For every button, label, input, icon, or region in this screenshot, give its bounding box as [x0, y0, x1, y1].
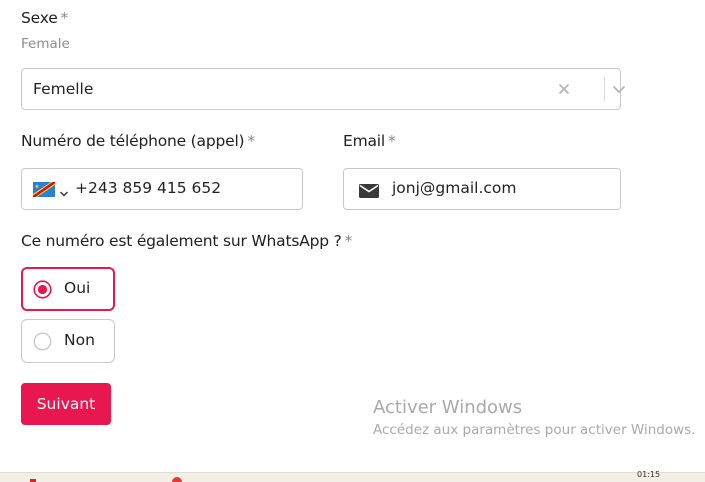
next-button[interactable]: Suivant	[21, 383, 111, 425]
radio-option-oui[interactable]: Oui	[21, 267, 115, 311]
clear-icon[interactable]	[556, 81, 572, 97]
email-input-value[interactable]: jonj@gmail.com	[392, 179, 517, 197]
phone-field[interactable]: +243 859 415 652	[21, 168, 303, 210]
radio-option-non[interactable]: Non	[21, 319, 115, 363]
phone-label-text: Numéro de téléphone (appel)	[21, 132, 245, 150]
activation-watermark-subtitle: Accédez aux paramètres pour activer Wind…	[373, 422, 696, 438]
required-mark: *	[60, 9, 69, 27]
phone-label: Numéro de téléphone (appel) *	[21, 132, 255, 150]
sexe-hint: Female	[21, 36, 70, 52]
phone-input-value[interactable]: +243 859 415 652	[75, 179, 221, 197]
activation-watermark-title: Activer Windows	[373, 397, 523, 418]
email-field[interactable]: jonj@gmail.com	[343, 168, 621, 210]
chevron-down-icon[interactable]	[610, 81, 628, 97]
radio-label-non: Non	[64, 331, 95, 349]
required-mark: *	[388, 132, 396, 150]
sexe-label-text: Sexe	[21, 9, 58, 27]
taskbar: 01:15	[0, 470, 705, 482]
email-label-text: Email	[343, 132, 386, 150]
required-mark: *	[247, 132, 255, 150]
taskbar-app-icon[interactable]	[172, 477, 182, 482]
whatsapp-question: Ce numéro est également sur WhatsApp ? *	[21, 232, 352, 250]
sexe-select-value: Femelle	[33, 80, 94, 98]
taskbar-clock[interactable]: 01:15	[637, 470, 660, 479]
chevron-down-icon[interactable]	[59, 184, 69, 197]
radio-label-oui: Oui	[64, 279, 91, 297]
whatsapp-question-text: Ce numéro est également sur WhatsApp ?	[21, 232, 342, 250]
select-separator	[604, 77, 605, 101]
email-label: Email *	[343, 132, 396, 150]
required-mark: *	[344, 232, 353, 250]
radio-selected-icon[interactable]	[33, 280, 52, 299]
radio-unselected-icon[interactable]	[33, 332, 52, 351]
drc-flag-icon[interactable]	[33, 182, 55, 197]
envelope-icon	[359, 183, 379, 198]
sexe-label: Sexe *	[21, 9, 68, 27]
form-page: Sexe * Female Femelle Numéro de téléphone…	[0, 0, 705, 482]
sexe-select[interactable]: Femelle	[21, 68, 625, 110]
